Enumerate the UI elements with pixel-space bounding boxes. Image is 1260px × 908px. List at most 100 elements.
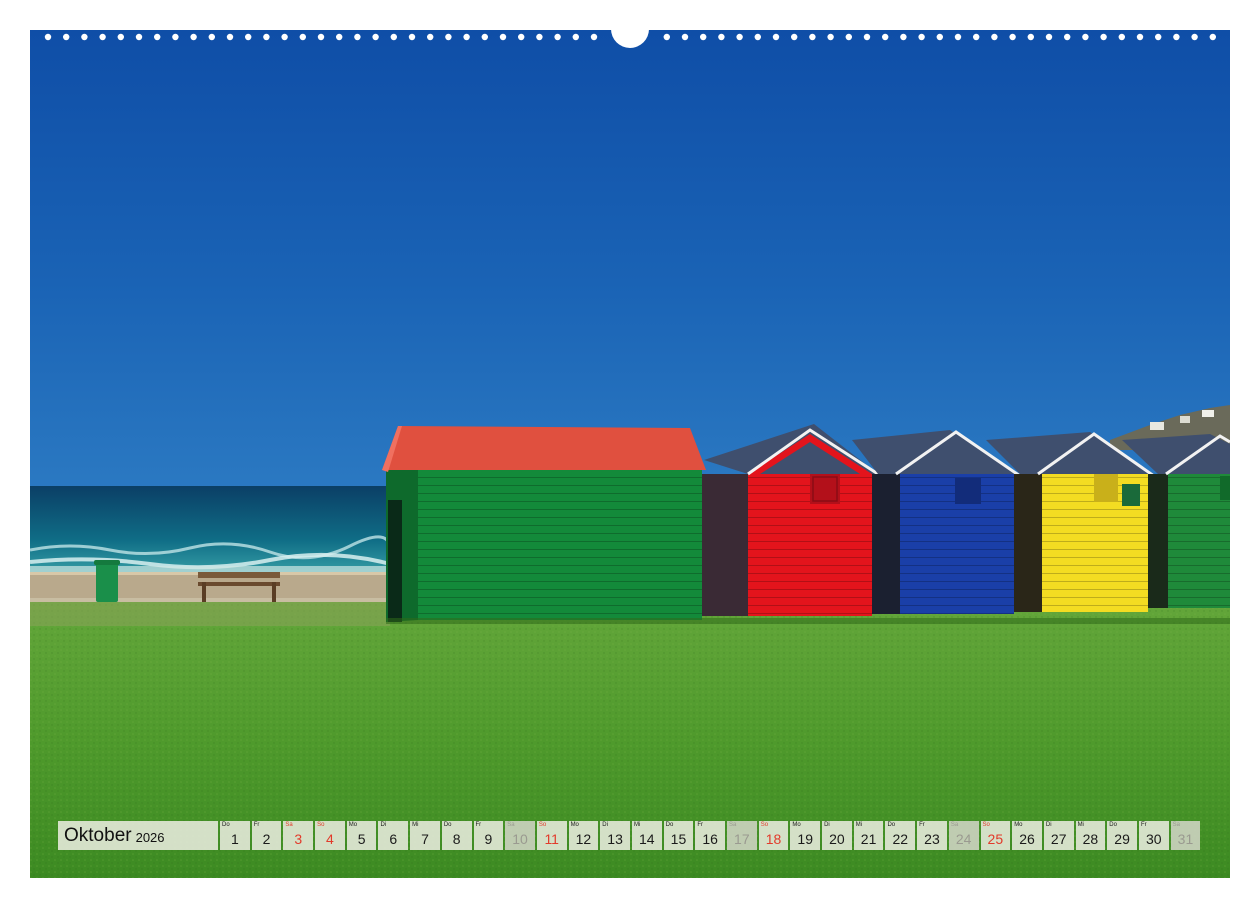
binding-hole <box>718 33 725 41</box>
day-cell: Do 8 <box>441 821 472 850</box>
binding-hole <box>1209 33 1217 41</box>
day-cell: Fr 2 <box>251 821 282 850</box>
weekday-label: Sa <box>729 822 737 828</box>
beach-huts-photo <box>30 30 1230 878</box>
binding-hole <box>499 33 507 41</box>
binding-hole <box>354 33 361 41</box>
day-number: 17 <box>734 831 750 847</box>
month-label: Oktober 2026 <box>58 821 218 850</box>
day-cell: Di 13 <box>600 821 630 850</box>
day-number: 10 <box>512 831 528 847</box>
day-number: 22 <box>892 831 909 847</box>
binding-hole <box>172 33 179 41</box>
weekday-label: Fr <box>697 822 703 828</box>
day-number: 12 <box>575 831 592 847</box>
day-cell: Mo 12 <box>568 821 599 850</box>
day-cell: So 11 <box>536 821 567 850</box>
weekday-label: Di <box>380 822 387 828</box>
weekday-label: Di <box>824 822 830 828</box>
weekday-label: Fr <box>1140 822 1147 828</box>
day-number: 5 <box>357 831 366 847</box>
binding-hole <box>99 33 106 41</box>
binding-hole <box>372 33 379 41</box>
day-number: 6 <box>389 831 398 847</box>
binding-hole <box>1118 33 1126 41</box>
binding-hole <box>1082 33 1089 41</box>
trash-bin <box>96 562 118 602</box>
day-cell: Sa 31 <box>1170 821 1201 850</box>
year: 2026 <box>135 830 165 845</box>
day-number: 16 <box>702 831 718 847</box>
weekday-label: Fr <box>919 822 925 828</box>
binding-hole <box>1064 33 1071 41</box>
weekday-label: So <box>538 822 547 828</box>
weekday-label: Do <box>443 822 452 828</box>
binding-hole <box>973 33 980 41</box>
binding-hole <box>681 33 689 41</box>
day-cell: So 25 <box>980 821 1011 850</box>
weekday-label: Sa <box>950 822 959 828</box>
binding-hole <box>900 33 907 41</box>
binding-hole <box>281 33 288 41</box>
day-number: 19 <box>797 831 813 847</box>
binding-hole <box>882 33 889 41</box>
binding-hole <box>1155 33 1162 41</box>
day-number: 28 <box>1082 831 1099 847</box>
calendar-strip: Oktober 2026 Do 1 Fr 2 Sa 3 So 4 Mo 5 Di 6 Mi 7 Do 8 Fr 9… <box>58 821 1202 850</box>
day-number: 9 <box>484 831 493 847</box>
green-hut-large <box>382 426 706 622</box>
weekday-label: So <box>317 822 325 828</box>
weekday-label: Mi <box>412 822 419 828</box>
day-cell: Di 6 <box>378 821 409 850</box>
day-number: 8 <box>452 831 461 847</box>
binding-hole <box>44 33 52 41</box>
weekday-label: Mo <box>348 822 358 828</box>
binding-hole <box>317 33 325 41</box>
day-number: 4 <box>326 831 334 847</box>
binding-hole <box>554 33 561 41</box>
binding-hole <box>1191 33 1198 41</box>
binding-hole <box>263 33 270 41</box>
binding-hole <box>1136 33 1144 41</box>
binding-hole <box>754 33 761 41</box>
binding-hole <box>1009 33 1016 41</box>
binding-hole <box>245 33 252 41</box>
day-number: 7 <box>421 831 429 847</box>
binding-hole <box>700 33 707 41</box>
day-number: 24 <box>955 831 972 847</box>
weekday-label: Di <box>1045 822 1052 828</box>
binding-hole <box>791 33 798 41</box>
weekday-label: Fr <box>475 822 482 828</box>
binding-hole <box>518 33 525 41</box>
day-cell: Sa 10 <box>505 821 535 850</box>
day-number: 25 <box>987 831 1004 847</box>
binding-hole <box>1027 33 1034 41</box>
weekday-label: Do <box>1109 822 1117 828</box>
binding-hole <box>536 33 543 41</box>
binding-hole <box>208 33 215 41</box>
weekday-label: So <box>982 822 990 828</box>
binding-hole <box>190 33 197 41</box>
day-number: 2 <box>262 831 271 847</box>
weekday-label: Di <box>602 822 608 828</box>
binding-hole <box>117 33 125 41</box>
binding-hole <box>663 33 670 41</box>
binding-hole <box>1045 33 1053 41</box>
binding-hole <box>863 33 871 41</box>
binding-hole <box>1100 33 1107 41</box>
weekday-label: Sa <box>285 822 293 828</box>
day-cells: Do 1 Fr 2 Sa 3 So 4 Mo 5 Di 6 Mi 7 Do 8 Fr 9 Sa 10 So 11 Mo 12 D… <box>220 821 1201 850</box>
day-number: 27 <box>1050 831 1067 847</box>
binding-hole <box>845 33 852 41</box>
day-number: 29 <box>1114 831 1130 847</box>
day-number: 11 <box>544 831 559 847</box>
binding-hole <box>154 33 161 41</box>
day-cell: Do 22 <box>885 821 916 850</box>
weekday-label: Fr <box>253 822 260 828</box>
day-number: 13 <box>607 831 623 847</box>
day-cell: Mo 19 <box>790 821 821 850</box>
day-cell: Mo 26 <box>1012 821 1042 850</box>
binding-hole <box>135 33 143 41</box>
binding-hole <box>772 33 780 41</box>
day-number: 26 <box>1019 831 1035 847</box>
